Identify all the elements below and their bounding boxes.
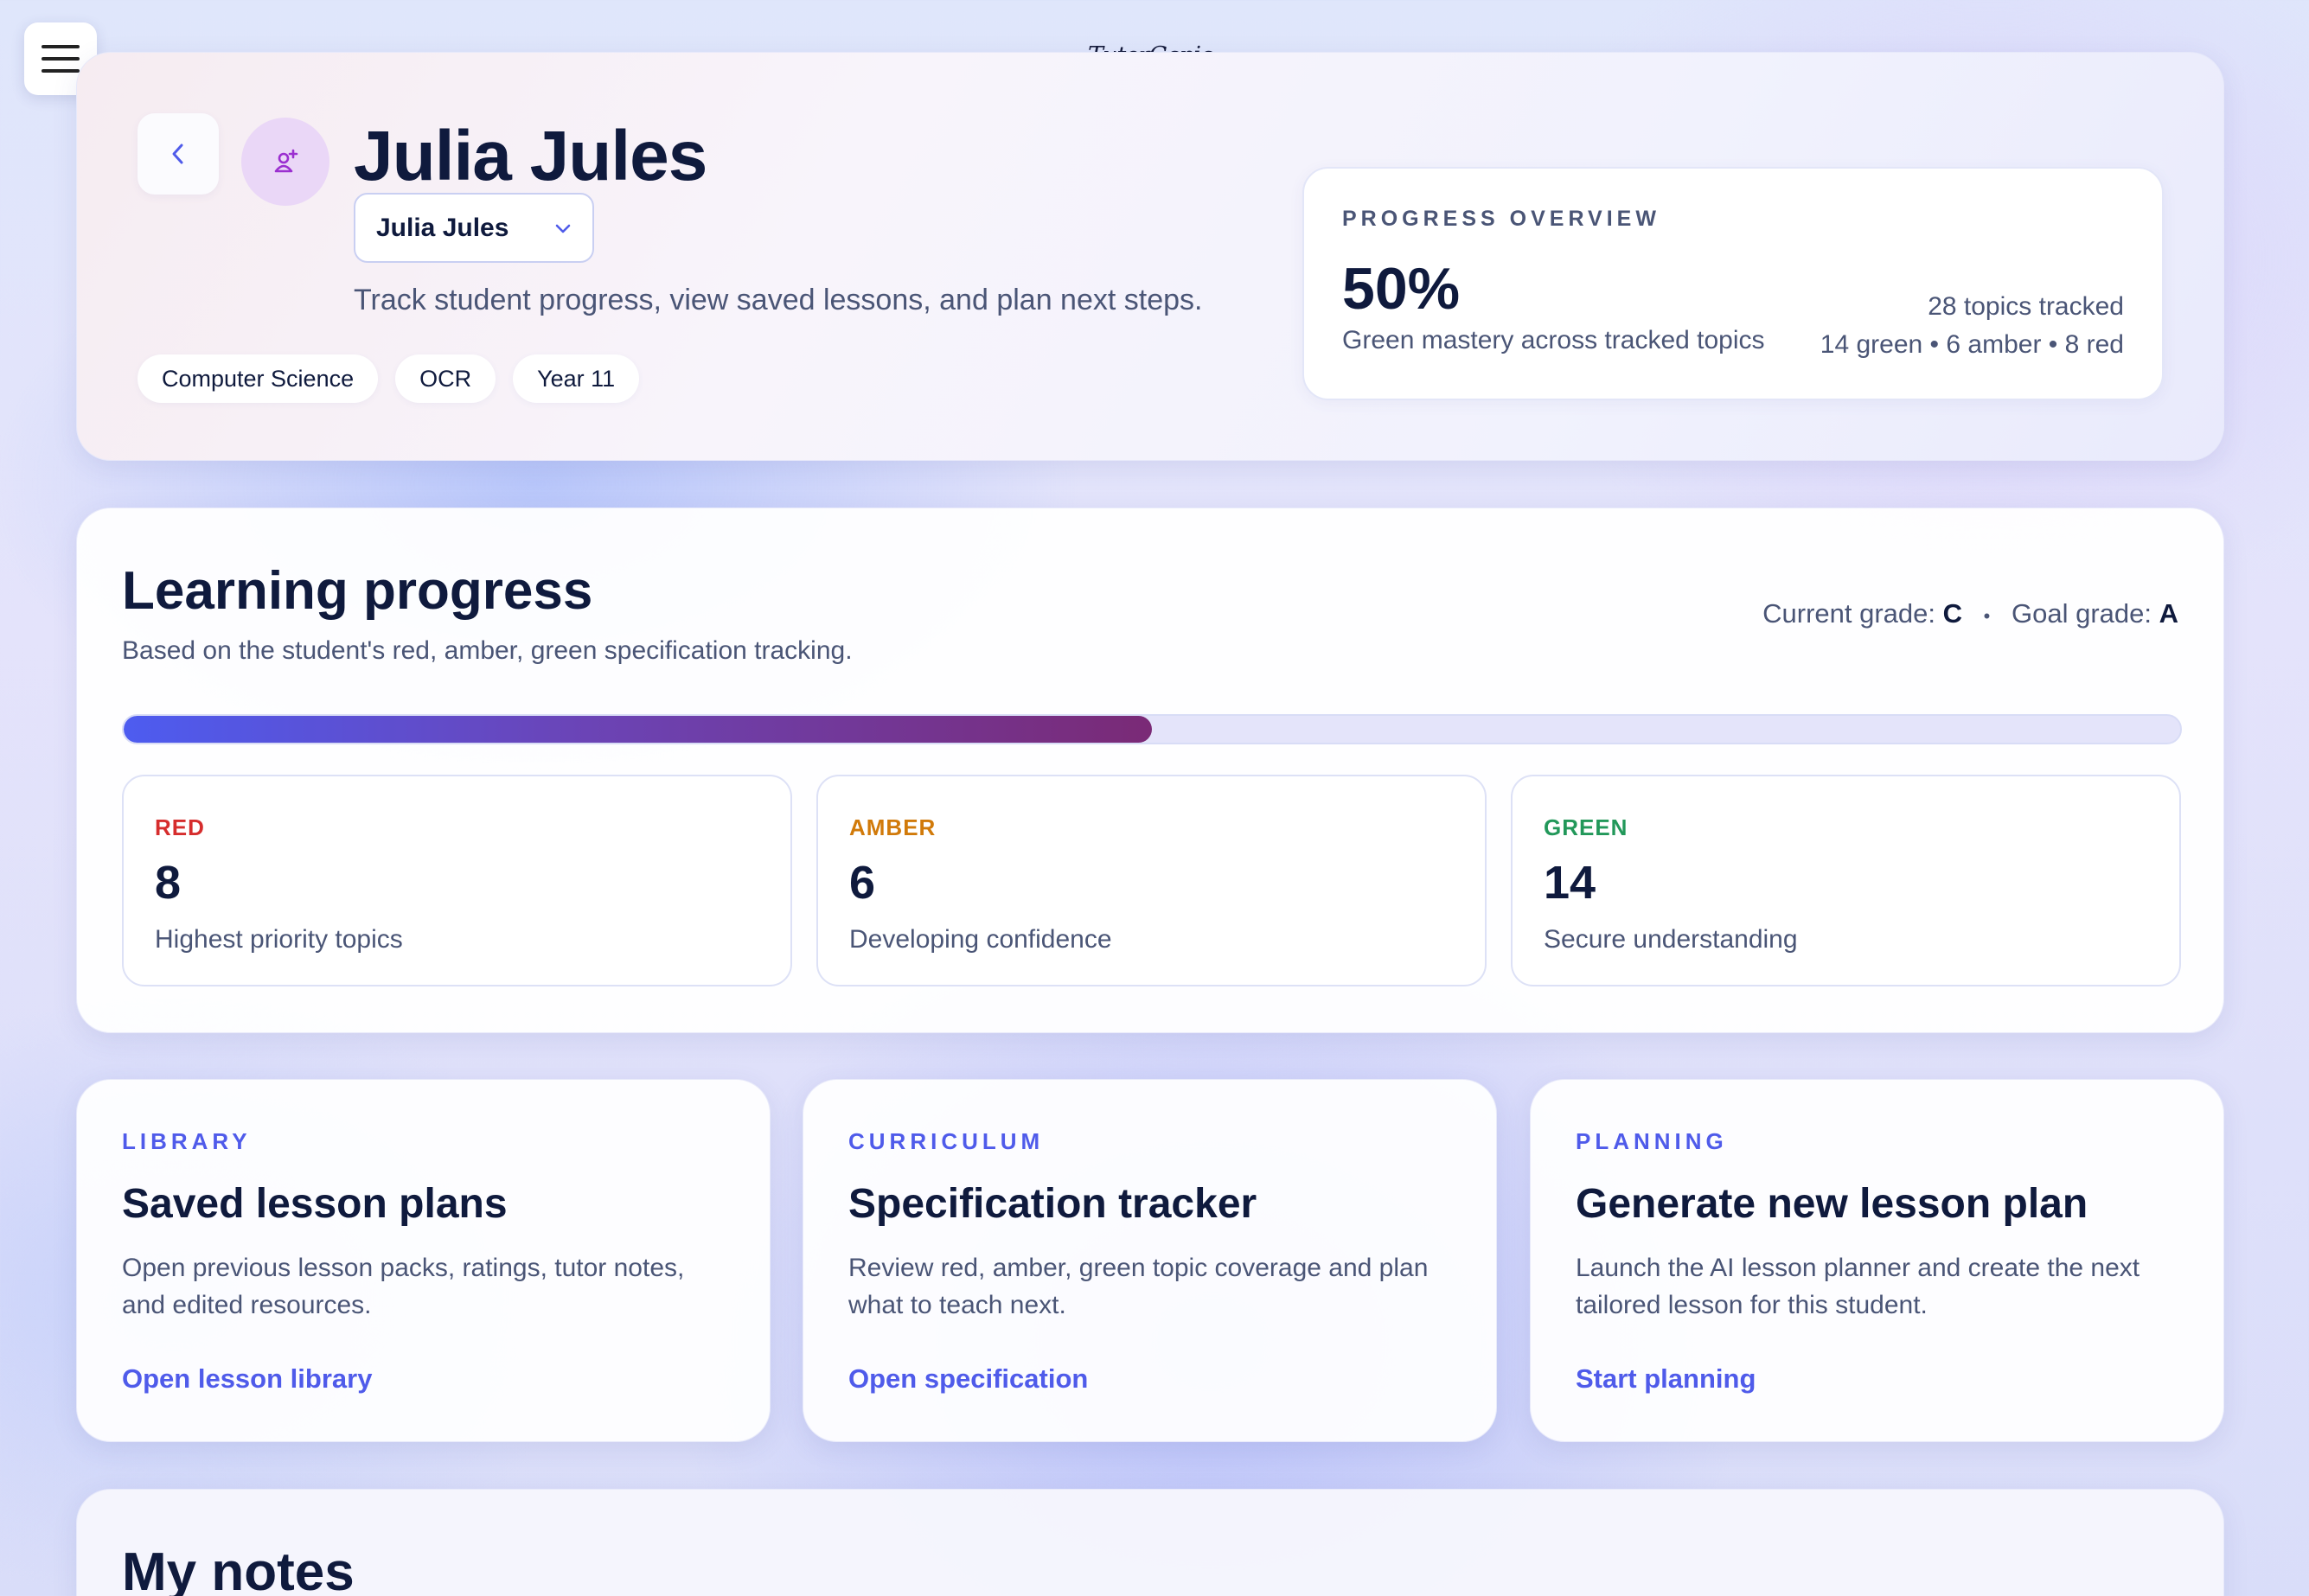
mastery-description: Green mastery across tracked topics [1342, 326, 1765, 354]
hamburger-icon-line [42, 57, 80, 61]
rag-card-green: GREEN 14 Secure understanding [1511, 775, 2181, 986]
notes-card: My notes [76, 1489, 2224, 1596]
progress-overview-card: PROGRESS OVERVIEW 50% Green mastery acro… [1302, 167, 2164, 400]
rag-count: 6 [849, 857, 876, 909]
feature-description: Open previous lesson packs, ratings, tut… [122, 1254, 685, 1319]
goal-grade-label: Goal grade: [2011, 598, 2152, 629]
notes-title: My notes [122, 1542, 355, 1596]
feature-title: Generate new lesson plan [1576, 1181, 2088, 1227]
feature-kicker: CURRICULUM [848, 1128, 1045, 1154]
mastery-percent: 50% [1342, 256, 1461, 322]
student-name: Julia Jules [354, 117, 707, 195]
user-icon [274, 149, 298, 173]
feature-description: Launch the AI lesson planner and create … [1576, 1254, 2140, 1319]
progress-overview-label: PROGRESS OVERVIEW [1342, 207, 1660, 231]
rag-breakdown: 14 green • 6 amber • 8 red [1820, 330, 2124, 359]
goal-grade: A [2159, 598, 2178, 629]
topics-tracked: 28 topics tracked [1928, 292, 2124, 321]
feature-title: Specification tracker [848, 1181, 1257, 1227]
page-subtitle: Track student progress, view saved lesso… [354, 284, 1203, 316]
rag-description: Secure understanding [1544, 925, 1798, 954]
student-avatar [241, 118, 329, 206]
rag-description: Highest priority topics [155, 925, 403, 954]
open-specification-link[interactable]: Open specification [848, 1363, 1088, 1395]
chevron-left-icon [172, 144, 183, 164]
section-title: Learning progress [122, 561, 593, 621]
rag-count: 14 [1544, 857, 1596, 909]
tag-exam-board: OCR [395, 354, 496, 403]
feature-card-library[interactable]: LIBRARY Saved lesson plans Open previous… [76, 1079, 771, 1442]
rag-summary: RED 8 Highest priority topics AMBER 6 De… [122, 775, 2181, 986]
rag-label: GREEN [1544, 814, 1628, 840]
topics-summary: 28 topics tracked 14 green • 6 amber • 8… [1820, 288, 2124, 364]
chevron-down-icon [555, 224, 571, 233]
student-select[interactable]: Julia Jules [354, 193, 594, 263]
hamburger-icon-line [42, 45, 80, 48]
progress-bar [122, 714, 2182, 744]
feature-card-curriculum[interactable]: CURRICULUM Specification tracker Review … [803, 1079, 1497, 1442]
feature-kicker: LIBRARY [122, 1128, 252, 1154]
rag-card-red: RED 8 Highest priority topics [122, 775, 792, 986]
section-subtitle: Based on the student's red, amber, green… [122, 636, 853, 665]
student-header-card: Julia Jules Julia Jules Track student pr… [76, 52, 2224, 461]
back-button[interactable] [138, 113, 219, 195]
rag-description: Developing confidence [849, 925, 1112, 954]
current-grade-label: Current grade: [1762, 598, 1936, 629]
grade-summary: Current grade: C • Goal grade: A [1762, 598, 2178, 629]
open-lesson-library-link[interactable]: Open lesson library [122, 1363, 372, 1395]
feature-title: Saved lesson plans [122, 1181, 508, 1227]
grade-separator: • [1983, 605, 1991, 627]
feature-description: Review red, amber, green topic coverage … [848, 1254, 1429, 1319]
hamburger-icon-line [42, 69, 80, 73]
tag-year: Year 11 [513, 354, 640, 403]
rag-count: 8 [155, 857, 182, 909]
feature-card-planning[interactable]: PLANNING Generate new lesson plan Launch… [1530, 1079, 2224, 1442]
feature-kicker: PLANNING [1576, 1128, 1728, 1154]
student-select-value: Julia Jules [376, 213, 509, 242]
progress-bar-fill [124, 716, 1152, 743]
rag-label: AMBER [849, 814, 937, 840]
student-tags: Computer Science OCR Year 11 [138, 354, 640, 403]
tag-subject: Computer Science [138, 354, 379, 403]
rag-card-amber: AMBER 6 Developing confidence [816, 775, 1487, 986]
start-planning-link[interactable]: Start planning [1576, 1363, 1756, 1395]
learning-progress-card: Learning progress Based on the student's… [76, 508, 2224, 1033]
rag-label: RED [155, 814, 205, 840]
current-grade: C [1942, 598, 1963, 629]
